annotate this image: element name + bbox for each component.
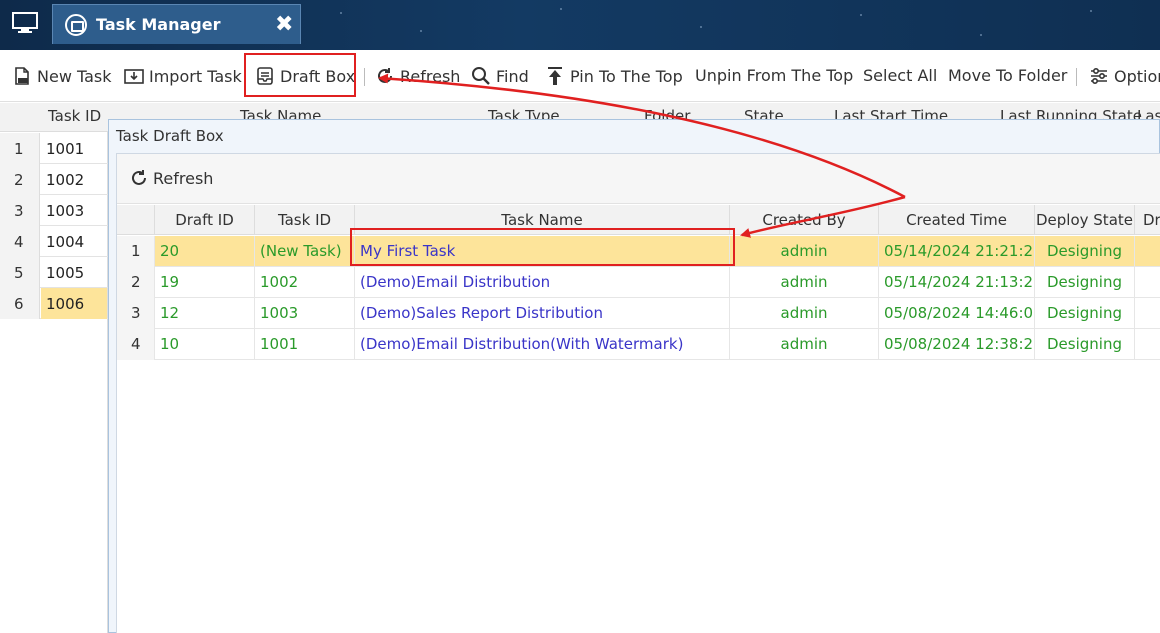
table-row[interactable]: 3 12 1003 (Demo)Sales Report Distributio… (117, 298, 1160, 329)
row-number: 2 (117, 267, 155, 298)
refresh-label: Refresh (400, 67, 461, 86)
table-row[interactable]: 2 19 1002 (Demo)Email Distribution admin… (117, 267, 1160, 298)
row-number: 2 (0, 164, 40, 195)
pin-top-icon (548, 67, 562, 85)
row-number: 3 (117, 298, 155, 329)
toolbar: New Task Import Task Draft Box Refresh F… (0, 50, 1160, 102)
refresh-button[interactable]: Refresh (375, 66, 460, 88)
created-by-cell: admin (730, 267, 879, 298)
created-by-cell: admin (730, 298, 879, 329)
draft-id-cell: 12 (155, 298, 255, 329)
created-time-cell: 05/08/2024 12:38:23 (879, 329, 1035, 360)
column-header-created-by[interactable]: Created By (730, 205, 879, 235)
task-id-cell: 1001 (46, 140, 85, 158)
title-bar: Task Manager ✖ (0, 0, 1160, 50)
find-label: Find (496, 67, 529, 86)
row-number: 4 (117, 329, 155, 360)
task-id-cell: 1003 (46, 202, 85, 220)
task-id-cell: (New Task) (255, 236, 355, 267)
import-task-button[interactable]: Import Task (124, 66, 242, 88)
table-row[interactable]: 6 1006 (0, 288, 108, 319)
table-row[interactable]: 5 1005 (0, 257, 108, 288)
column-header-row-number (117, 205, 155, 235)
table-row[interactable]: 3 1003 (0, 195, 108, 226)
toolbar-divider (364, 68, 365, 86)
unpin-top-label: Unpin From The Top (695, 66, 854, 85)
main-grid-rows: 1 1001 2 1002 3 1003 4 1004 5 1005 6 1006 (0, 133, 108, 319)
task-id-cell: 1003 (255, 298, 355, 329)
deploy-state-cell: Designing (1035, 236, 1135, 267)
dialog-refresh-button[interactable]: Refresh (129, 168, 213, 188)
deploy-state-cell: Designing (1035, 329, 1135, 360)
draft-id-cell: 20 (155, 236, 255, 267)
dialog-title: Task Draft Box (116, 127, 224, 145)
created-by-cell: admin (730, 236, 879, 267)
task-id-cell: 1004 (46, 233, 85, 251)
refresh-icon (132, 170, 146, 185)
close-icon[interactable]: ✖ (275, 12, 293, 37)
options-button[interactable]: Option (1089, 66, 1160, 88)
move-to-folder-button[interactable]: Move To Folder (948, 66, 1067, 88)
draft-id-cell: 19 (155, 267, 255, 298)
row-number: 4 (0, 226, 40, 257)
task-name-cell[interactable]: (Demo)Email Distribution (355, 267, 730, 298)
dialog-body: Refresh Draft ID Task ID Task Name Creat… (116, 153, 1160, 633)
select-all-label: Select All (863, 66, 938, 85)
tab-task-manager[interactable]: Task Manager ✖ (52, 4, 301, 44)
task-id-cell: 1002 (46, 171, 85, 189)
column-header-draft-id[interactable]: Draft ID (155, 205, 255, 235)
table-row[interactable]: 4 10 1001 (Demo)Email Distribution(With … (117, 329, 1160, 360)
toolbar-divider (1076, 68, 1077, 86)
deploy-state-cell: Designing (1035, 298, 1135, 329)
move-to-folder-label: Move To Folder (948, 66, 1068, 85)
row-number: 1 (0, 133, 40, 164)
table-row[interactable]: 2 1002 (0, 164, 108, 195)
column-header-task-id[interactable]: Task ID (255, 205, 355, 235)
column-header-task-id[interactable]: Task ID (48, 107, 101, 125)
column-header-dr[interactable]: Dr (1135, 205, 1160, 235)
pin-top-label: Pin To The Top (570, 67, 683, 86)
draft-id-cell: 10 (155, 329, 255, 360)
created-time-cell: 05/14/2024 21:13:26 (879, 267, 1035, 298)
import-icon (124, 69, 144, 84)
find-button[interactable]: Find (471, 66, 529, 88)
search-icon (472, 67, 490, 85)
tab-title: Task Manager (96, 15, 221, 34)
task-id-cell: 1005 (46, 264, 85, 282)
new-task-label: New Task (37, 67, 112, 86)
row-number: 1 (117, 236, 155, 267)
dialog-refresh-label: Refresh (153, 169, 214, 188)
draft-box-highlight (244, 53, 356, 97)
options-label: Option (1114, 67, 1160, 86)
new-task-button[interactable]: New Task (12, 66, 112, 88)
my-first-task-highlight (350, 228, 735, 266)
pin-top-button[interactable]: Pin To The Top (545, 66, 683, 88)
task-manager-icon (65, 14, 87, 36)
table-row[interactable]: 4 1004 (0, 226, 108, 257)
row-number: 5 (0, 257, 40, 288)
row-number: 6 (0, 288, 40, 319)
import-task-label: Import Task (149, 67, 242, 86)
dialog-toolbar: Refresh (117, 154, 1160, 204)
options-icon (1091, 67, 1107, 85)
row-number: 3 (0, 195, 40, 226)
refresh-icon (378, 68, 392, 83)
task-id-cell: 1001 (255, 329, 355, 360)
column-header-created-time[interactable]: Created Time (879, 205, 1035, 235)
task-name-cell[interactable]: (Demo)Email Distribution(With Watermark) (355, 329, 730, 360)
task-id-cell: 1002 (255, 267, 355, 298)
select-all-button[interactable]: Select All (863, 66, 937, 88)
task-id-cell: 1006 (41, 288, 107, 319)
table-row[interactable]: 1 1001 (0, 133, 108, 164)
desktop-icon[interactable] (12, 12, 38, 34)
created-time-cell: 05/08/2024 14:46:00 (879, 298, 1035, 329)
created-by-cell: admin (730, 329, 879, 360)
deploy-state-cell: Designing (1035, 267, 1135, 298)
created-time-cell: 05/14/2024 21:21:26 (879, 236, 1035, 267)
task-name-cell[interactable]: (Demo)Sales Report Distribution (355, 298, 730, 329)
task-draft-box-dialog: Task Draft Box Refresh Draft ID Task ID … (108, 119, 1160, 633)
new-file-icon (15, 67, 29, 85)
column-header-deploy-state[interactable]: Deploy State (1035, 205, 1135, 235)
unpin-top-button[interactable]: Unpin From The Top (695, 66, 853, 88)
